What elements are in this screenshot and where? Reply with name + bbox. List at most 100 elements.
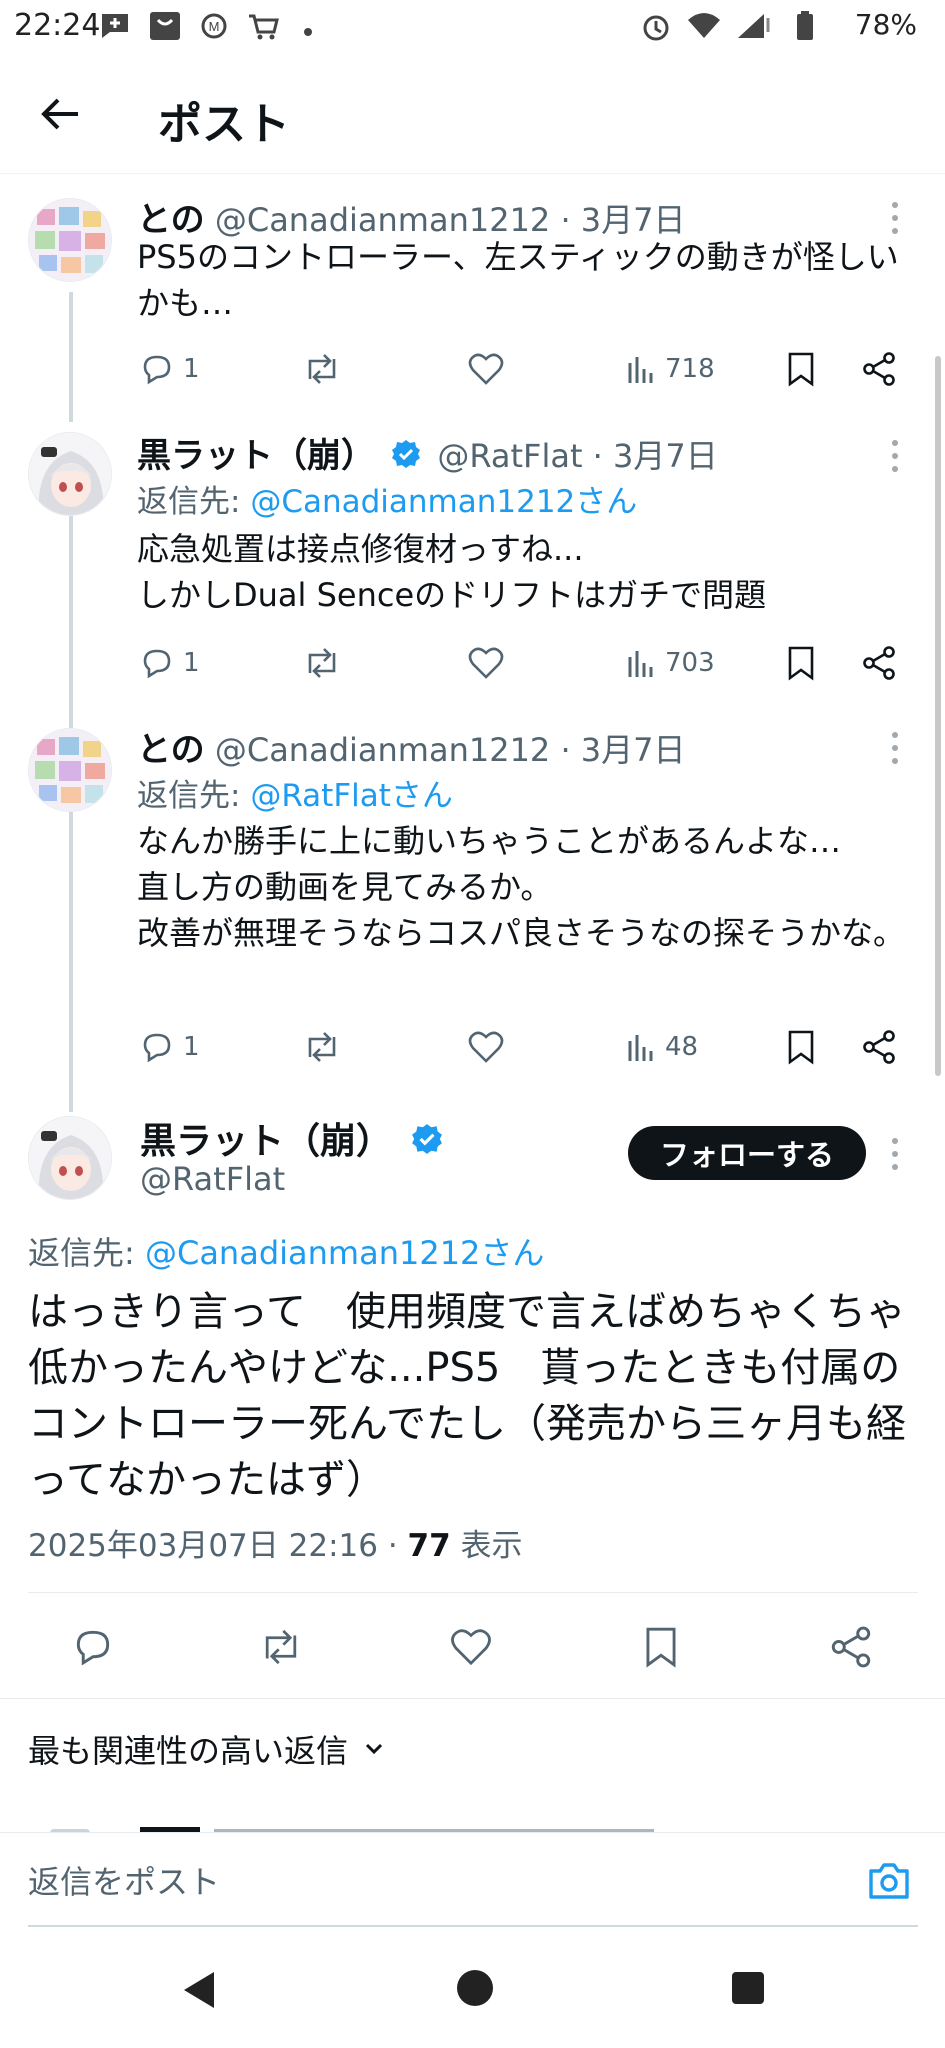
repost-button[interactable] <box>302 1022 342 1072</box>
status-time: 22:24 <box>14 8 101 43</box>
share-button[interactable] <box>861 344 897 394</box>
triangle-back-icon <box>184 1972 214 2008</box>
more-options-button[interactable] <box>885 732 905 764</box>
share-button[interactable] <box>861 638 897 688</box>
avatar-character-icon <box>29 1117 111 1199</box>
m-icon: M <box>200 10 228 46</box>
avatar[interactable] <box>28 432 112 516</box>
reply-to-mention[interactable]: @RatFlatさん <box>250 778 453 814</box>
reply-icon <box>143 1033 171 1063</box>
post-date: · 3月7日 <box>592 437 718 475</box>
post-timestamp[interactable]: 2025年03月07日 22:16 · <box>28 1528 408 1564</box>
top-bar: ポスト <box>0 52 945 174</box>
post-header: 黒ラット（崩） @RatFlat · 3月7日 <box>137 428 718 477</box>
reply-button[interactable] <box>68 1622 118 1672</box>
bookmark-button[interactable] <box>785 344 817 394</box>
bookmark-icon <box>788 352 814 387</box>
post-text: PS5のコントローラー、左スティックの動きが怪しいかも… <box>137 238 899 322</box>
views-button[interactable]: 718 <box>625 344 715 394</box>
reply-icon <box>143 355 171 385</box>
like-button[interactable] <box>467 344 505 394</box>
author-handle[interactable]: @Canadianman1212 <box>215 731 550 769</box>
repost-icon <box>265 1629 297 1665</box>
reply-to-prefix: 返信先: <box>137 778 251 814</box>
chart-bars-icon <box>628 1035 653 1061</box>
thread-line <box>69 516 73 728</box>
bookmark-icon <box>788 1030 814 1065</box>
bookmark-button[interactable] <box>785 1022 817 1072</box>
repost-button[interactable] <box>256 1622 306 1672</box>
more-options-button[interactable] <box>885 440 905 472</box>
reply-to-mention[interactable]: @Canadianman1212さん <box>145 1234 544 1272</box>
author-name[interactable]: 黒ラット（崩） <box>137 436 375 476</box>
system-nav-bar <box>0 1940 945 2048</box>
reply-to-mention[interactable]: @Canadianman1212さん <box>250 484 637 520</box>
reply-button[interactable]: 1 <box>139 1022 200 1072</box>
focus-post-text: はっきり言って 使用頻度で言えばめちゃくちゃ低かったんやけどな...PS5 貰っ… <box>28 1289 906 1503</box>
share-icon <box>831 1626 871 1668</box>
reply-sort-label: 最も関連性の高い返信 <box>28 1732 349 1770</box>
follow-button[interactable]: フォローする <box>628 1126 866 1180</box>
post-meta: 2025年03月07日 22:16 · 77 表示 <box>28 1520 523 1565</box>
avatar[interactable] <box>28 728 112 812</box>
avatar[interactable] <box>28 1116 112 1200</box>
reply-composer: 返信をポスト <box>0 1832 945 1928</box>
system-home-button[interactable] <box>457 1970 493 2006</box>
heart-icon <box>468 1031 504 1063</box>
arrow-left-icon <box>41 98 78 130</box>
thread-line <box>69 292 73 422</box>
avatar-collage-icon <box>29 199 111 281</box>
reply-to-line: 返信先: @RatFlatさん <box>137 770 453 815</box>
avatar[interactable] <box>28 198 112 282</box>
focus-author-name-row: 黒ラット（崩） <box>140 1112 449 1164</box>
author-name[interactable]: 黒ラット（崩） <box>140 1121 392 1162</box>
post-text: 応急処置は接点修復材っすね... しかしDual Senceのドリフトはガチで問… <box>137 530 767 614</box>
alarm-icon <box>640 10 672 46</box>
repost-icon <box>308 354 336 384</box>
author-name[interactable]: との <box>137 730 205 770</box>
composer-underline <box>28 1925 918 1927</box>
bookmark-icon <box>788 646 814 681</box>
reply-count: 1 <box>183 648 200 678</box>
more-options-button[interactable] <box>885 1138 905 1170</box>
thread-line <box>69 812 73 1112</box>
views-count: 718 <box>665 354 715 384</box>
reply-count: 1 <box>183 1032 200 1062</box>
post-actions: 1 703 <box>137 638 917 688</box>
heart-icon <box>468 353 504 385</box>
reply-input[interactable]: 返信をポスト <box>28 1857 220 1903</box>
like-button[interactable] <box>467 1022 505 1072</box>
system-recents-button[interactable] <box>732 1972 764 2004</box>
bookmark-button[interactable] <box>785 638 817 688</box>
scrollbar[interactable] <box>935 356 941 1076</box>
share-icon <box>863 1030 895 1064</box>
repost-button[interactable] <box>302 638 342 688</box>
reply-sort-dropdown[interactable]: 最も関連性の高い返信 <box>28 1726 386 1772</box>
repost-button[interactable] <box>302 344 342 394</box>
reply-icon <box>143 649 171 679</box>
repost-icon <box>308 648 336 678</box>
share-button[interactable] <box>826 1622 876 1672</box>
like-button[interactable] <box>467 638 505 688</box>
reply-icon <box>76 1630 110 1666</box>
views-button[interactable]: 48 <box>625 1022 698 1072</box>
bookmark-button[interactable] <box>636 1622 686 1672</box>
wifi-icon <box>686 10 722 46</box>
bookmark-icon <box>646 1627 676 1668</box>
like-button[interactable] <box>446 1622 496 1672</box>
heart-icon <box>451 1629 491 1666</box>
views-count: 48 <box>665 1032 699 1062</box>
reply-button[interactable]: 1 <box>139 638 200 688</box>
share-button[interactable] <box>861 1022 897 1072</box>
views-count: 77 <box>407 1528 451 1564</box>
views-button[interactable]: 703 <box>625 638 715 688</box>
reply-to-line: 返信先: @Canadianman1212さん <box>137 476 637 521</box>
author-handle[interactable]: @RatFlat <box>437 437 582 475</box>
camera-button[interactable] <box>861 1853 917 1909</box>
back-button[interactable] <box>30 84 90 144</box>
more-options-button[interactable] <box>885 202 905 234</box>
battery-percent: 78% <box>854 8 917 41</box>
reply-button[interactable]: 1 <box>139 344 200 394</box>
system-back-button[interactable] <box>182 1970 218 2014</box>
author-handle[interactable]: @RatFlat <box>140 1160 285 1198</box>
